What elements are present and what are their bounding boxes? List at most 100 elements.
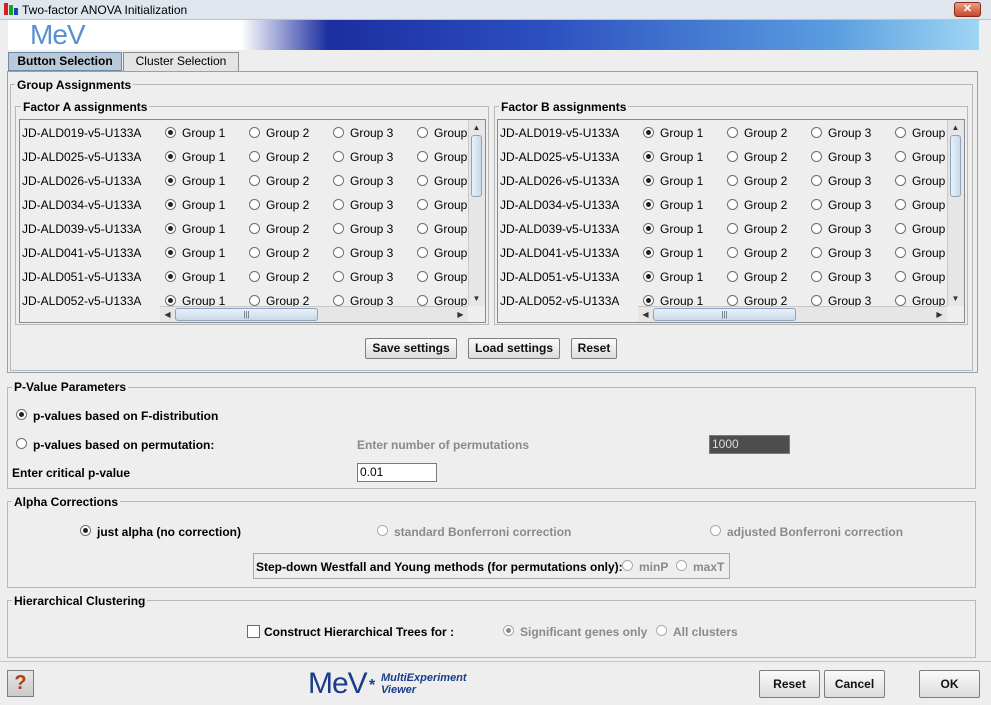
- factor-a-group-3-radio[interactable]: [333, 247, 344, 258]
- scroll-thumb[interactable]: |||: [653, 308, 796, 321]
- factor-a-group-4-radio[interactable]: [417, 175, 428, 186]
- factor-a-group-4-radio[interactable]: [417, 271, 428, 282]
- factor-b-group-1-radio[interactable]: [643, 199, 654, 210]
- cancel-button[interactable]: Cancel: [824, 670, 885, 698]
- factor-a-group-1-radio[interactable]: [165, 223, 176, 234]
- scroll-down-icon[interactable]: ▼: [469, 291, 484, 306]
- significant-genes-radio[interactable]: [503, 625, 514, 636]
- ok-button[interactable]: OK: [919, 670, 980, 698]
- factor-a-group-1-radio[interactable]: [165, 127, 176, 138]
- factor-a-group-4-radio[interactable]: [417, 127, 428, 138]
- factor-b-group-1-radio[interactable]: [643, 247, 654, 258]
- scroll-thumb[interactable]: |||: [175, 308, 318, 321]
- factor-b-group-4-radio[interactable]: [895, 223, 906, 234]
- help-icon[interactable]: ?: [7, 670, 34, 697]
- factor-a-group-1-radio[interactable]: [165, 199, 176, 210]
- critical-pvalue-input[interactable]: 0.01: [357, 463, 437, 482]
- factor-a-horizontal-scrollbar[interactable]: ◀ ||| ▶: [160, 306, 468, 322]
- factor-b-group-4-radio[interactable]: [895, 151, 906, 162]
- factor-b-group-1-radio[interactable]: [643, 175, 654, 186]
- factor-a-group-3-radio[interactable]: [333, 223, 344, 234]
- factor-a-group-3-radio[interactable]: [333, 175, 344, 186]
- factor-b-group-3-radio[interactable]: [811, 295, 822, 306]
- scroll-down-icon[interactable]: ▼: [948, 291, 963, 306]
- factor-b-group-2-radio[interactable]: [727, 151, 738, 162]
- load-settings-button[interactable]: Load settings: [468, 338, 560, 359]
- factor-b-group-3-radio[interactable]: [811, 199, 822, 210]
- standard-bonferroni-radio[interactable]: [377, 525, 388, 536]
- factor-a-group-4-radio[interactable]: [417, 295, 428, 306]
- factor-a-group-4-radio[interactable]: [417, 223, 428, 234]
- scroll-left-icon[interactable]: ◀: [638, 307, 653, 322]
- factor-a-group-2-radio[interactable]: [249, 151, 260, 162]
- scroll-thumb[interactable]: [950, 135, 961, 197]
- factor-b-group-4-radio[interactable]: [895, 247, 906, 258]
- scroll-up-icon[interactable]: ▲: [469, 120, 484, 135]
- factor-b-group-3-radio[interactable]: [811, 247, 822, 258]
- scroll-right-icon[interactable]: ▶: [453, 307, 468, 322]
- scroll-left-icon[interactable]: ◀: [160, 307, 175, 322]
- save-settings-button[interactable]: Save settings: [365, 338, 457, 359]
- factor-a-group-2-radio[interactable]: [249, 175, 260, 186]
- factor-b-group-2-radio[interactable]: [727, 223, 738, 234]
- maxt-radio[interactable]: [676, 560, 687, 571]
- factor-a-group-1-radio[interactable]: [165, 247, 176, 258]
- factor-a-group-2-radio[interactable]: [249, 223, 260, 234]
- factor-a-group-3-radio[interactable]: [333, 295, 344, 306]
- factor-a-group-4-radio[interactable]: [417, 247, 428, 258]
- factor-b-group-1-radio[interactable]: [643, 151, 654, 162]
- factor-a-group-3-radio[interactable]: [333, 271, 344, 282]
- factor-b-group-3-radio[interactable]: [811, 127, 822, 138]
- factor-a-group-1-radio[interactable]: [165, 151, 176, 162]
- factor-a-group-2-radio[interactable]: [249, 199, 260, 210]
- scroll-right-icon[interactable]: ▶: [932, 307, 947, 322]
- factor-a-group-1-radio[interactable]: [165, 175, 176, 186]
- factor-b-group-4-radio[interactable]: [895, 175, 906, 186]
- factor-b-group-2-radio[interactable]: [727, 271, 738, 282]
- factor-a-group-3-radio[interactable]: [333, 199, 344, 210]
- factor-a-group-2-radio[interactable]: [249, 271, 260, 282]
- factor-b-horizontal-scrollbar[interactable]: ◀ ||| ▶: [638, 306, 947, 322]
- permutation-count-input[interactable]: 1000: [709, 435, 790, 454]
- factor-b-group-2-radio[interactable]: [727, 295, 738, 306]
- factor-a-group-3-radio[interactable]: [333, 151, 344, 162]
- factor-b-vertical-scrollbar[interactable]: ▲ ▼: [947, 120, 964, 306]
- close-icon[interactable]: ✕: [954, 2, 981, 17]
- factor-b-group-3-radio[interactable]: [811, 175, 822, 186]
- factor-a-group-2-radio[interactable]: [249, 295, 260, 306]
- reset-settings-button[interactable]: Reset: [571, 338, 617, 359]
- factor-a-group-1-radio[interactable]: [165, 271, 176, 282]
- factor-b-group-1-radio[interactable]: [643, 271, 654, 282]
- factor-b-group-1-radio[interactable]: [643, 223, 654, 234]
- factor-a-group-4-radio[interactable]: [417, 151, 428, 162]
- adjusted-bonferroni-radio[interactable]: [710, 525, 721, 536]
- f-distribution-radio[interactable]: [16, 409, 27, 420]
- factor-b-group-3-radio[interactable]: [811, 151, 822, 162]
- factor-b-group-1-radio[interactable]: [643, 127, 654, 138]
- scroll-up-icon[interactable]: ▲: [948, 120, 963, 135]
- factor-b-group-4-radio[interactable]: [895, 295, 906, 306]
- construct-trees-checkbox[interactable]: [247, 625, 260, 638]
- factor-b-group-4-radio[interactable]: [895, 199, 906, 210]
- permutation-radio[interactable]: [16, 438, 27, 449]
- factor-b-group-2-radio[interactable]: [727, 127, 738, 138]
- factor-b-group-2-radio[interactable]: [727, 199, 738, 210]
- all-clusters-radio[interactable]: [656, 625, 667, 636]
- factor-b-group-3-radio[interactable]: [811, 271, 822, 282]
- factor-a-group-4-radio[interactable]: [417, 199, 428, 210]
- reset-button[interactable]: Reset: [759, 670, 820, 698]
- tab-cluster-selection[interactable]: Cluster Selection: [123, 52, 239, 71]
- factor-b-group-2-radio[interactable]: [727, 175, 738, 186]
- just-alpha-radio[interactable]: [80, 525, 91, 536]
- factor-a-group-1-radio[interactable]: [165, 295, 176, 306]
- factor-b-group-4-radio[interactable]: [895, 127, 906, 138]
- scroll-thumb[interactable]: [471, 135, 482, 197]
- factor-b-group-1-radio[interactable]: [643, 295, 654, 306]
- factor-a-group-3-radio[interactable]: [333, 127, 344, 138]
- factor-b-group-4-radio[interactable]: [895, 271, 906, 282]
- factor-a-group-2-radio[interactable]: [249, 127, 260, 138]
- minp-radio[interactable]: [622, 560, 633, 571]
- factor-b-group-3-radio[interactable]: [811, 223, 822, 234]
- tab-button-selection[interactable]: Button Selection: [8, 52, 122, 71]
- factor-b-group-2-radio[interactable]: [727, 247, 738, 258]
